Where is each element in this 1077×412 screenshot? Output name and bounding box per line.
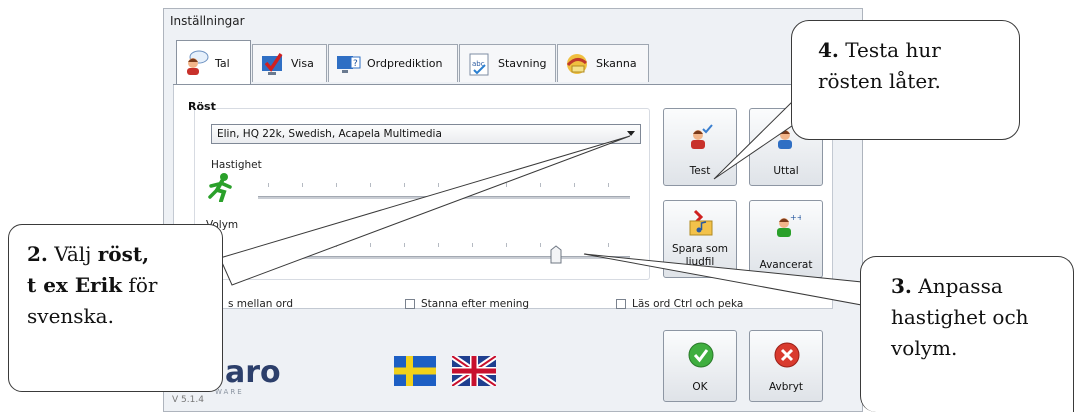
callout-4-text-2: rösten låter. [818, 69, 941, 93]
callout-4: 4. Testa hur rösten låter. [791, 20, 1020, 140]
callout-2-bold: röst, [97, 242, 150, 266]
callout-3: 3. Anpassa hastighet och volym. [860, 256, 1074, 412]
callout-2-text: Välj [47, 242, 98, 266]
callout-2-text-3: svenska. [27, 304, 114, 328]
callout-3-text: Anpassa [911, 274, 1003, 298]
callout-3-text-2: hastighet och [891, 305, 1029, 329]
callout-3-pointer [583, 253, 880, 309]
callout-2-bold-2: t ex Erik [27, 273, 123, 297]
callout-3-number: 3. [891, 274, 912, 298]
callout-2: 2. Välj röst, t ex Erik för svenska. [8, 224, 223, 392]
callout-3-text-3: volym. [891, 336, 958, 360]
callout-2-pointer [219, 135, 631, 286]
callout-2-number: 2. [27, 242, 48, 266]
callout-2-text-2: för [122, 273, 158, 297]
callout-4-number: 4. [818, 38, 839, 62]
callout-4-text: Testa hur [838, 38, 941, 62]
